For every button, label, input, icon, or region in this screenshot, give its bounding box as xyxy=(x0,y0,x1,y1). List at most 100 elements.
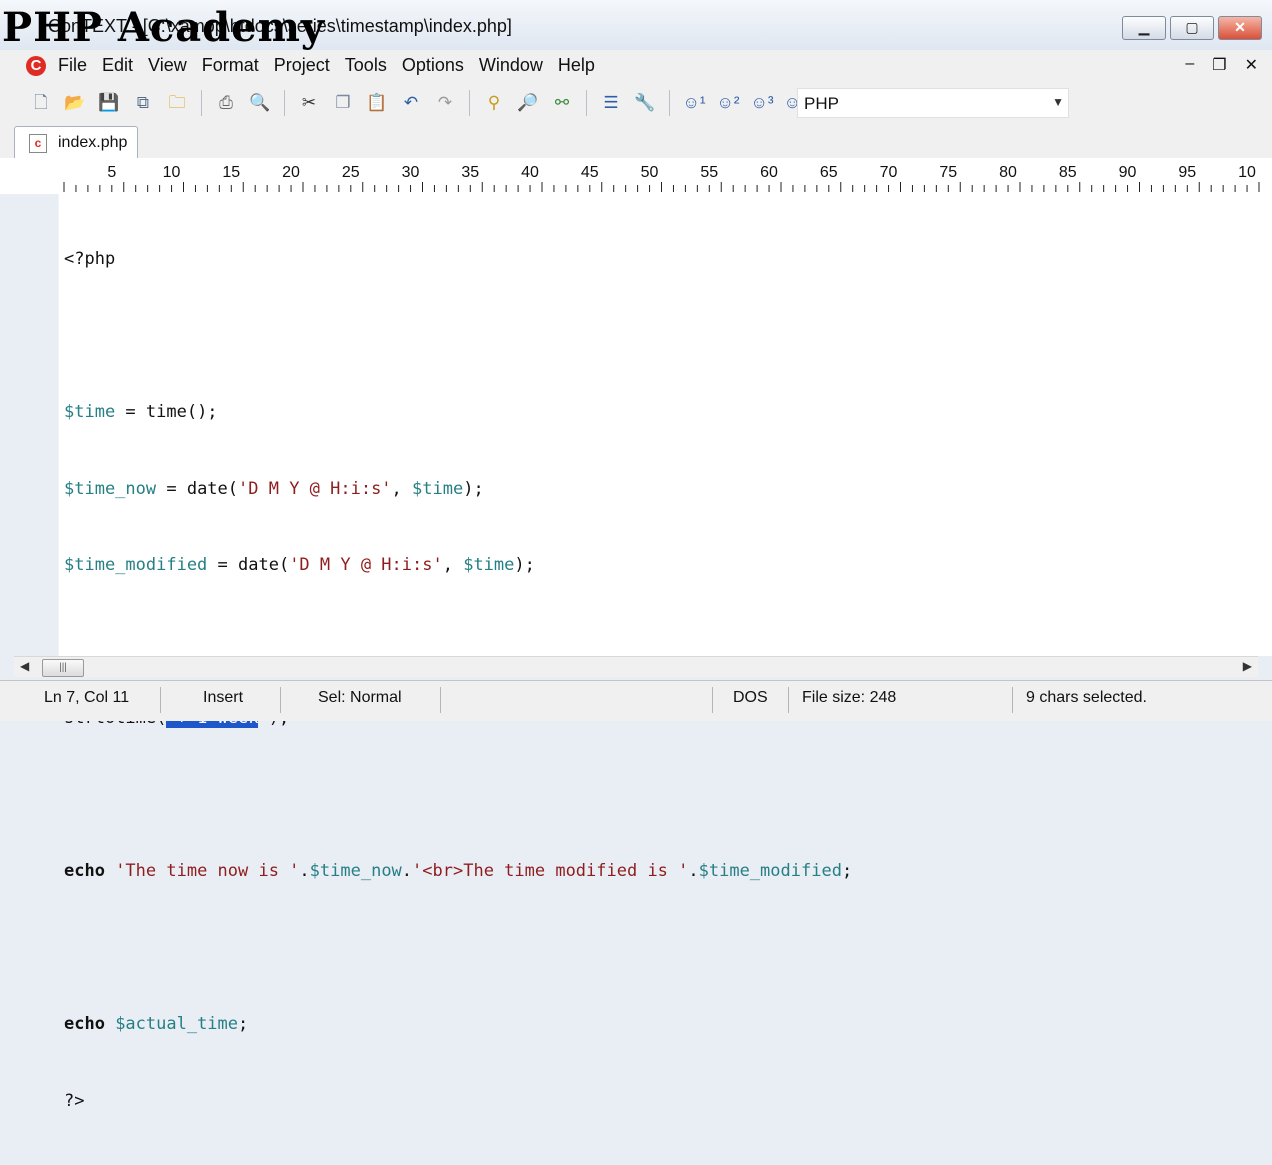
line-endings: DOS xyxy=(733,689,768,706)
scroll-right-icon[interactable]: ▶ xyxy=(1243,659,1252,673)
code-var: $time_modified xyxy=(698,861,842,881)
ruler-label: 65 xyxy=(820,164,838,181)
language-select[interactable]: PHP ▼ xyxy=(797,88,1069,118)
code-text: . xyxy=(299,861,310,881)
replace-icon[interactable]: ⚯ xyxy=(549,91,575,115)
toolbar-separator xyxy=(669,90,670,116)
mdi-minimize-button[interactable]: – xyxy=(1185,55,1194,75)
print-icon[interactable]: ⎙ xyxy=(213,91,239,115)
close-button[interactable]: ✕ xyxy=(1218,16,1262,40)
code-text: ; xyxy=(841,861,853,881)
code-text: = time(); xyxy=(115,402,218,422)
menu-file[interactable]: File xyxy=(58,55,87,76)
find-next-icon[interactable]: 🔎 xyxy=(515,91,541,115)
code-text: ; xyxy=(238,1014,249,1034)
maximize-button[interactable]: ▢ xyxy=(1170,16,1214,40)
code-editor[interactable]: <?php $time = time(); $time_now = date( '… xyxy=(0,194,1272,1111)
ruler-label: 45 xyxy=(581,164,599,181)
mdi-close-button[interactable]: ✕ xyxy=(1245,55,1258,75)
watermark-logo: PHP Academy xyxy=(2,4,326,51)
ruler-label: 10 xyxy=(1238,164,1256,181)
ruler-label: 70 xyxy=(880,164,898,181)
selection-mode: Sel: Normal xyxy=(318,689,402,706)
ruler-label: 15 xyxy=(222,164,240,181)
ruler-label: 50 xyxy=(641,164,659,181)
editor-gutter xyxy=(0,194,59,656)
code-var: $time_modified xyxy=(64,555,208,575)
code-line-5: $time_modified = date('D M Y @ H:i:s', $… xyxy=(64,553,852,579)
code-string: 'The time now is ' xyxy=(104,861,300,881)
menu-view[interactable]: View xyxy=(148,55,187,76)
user-command-2-icon[interactable]: ☺² xyxy=(715,91,741,115)
menu-items: File Edit View Format Project Tools Opti… xyxy=(58,55,595,76)
paste-icon[interactable]: 📋 xyxy=(364,91,390,115)
ruler-label: 25 xyxy=(342,164,360,181)
menu-project[interactable]: Project xyxy=(274,55,330,76)
column-ruler: 5 10 15 20 25 30 35 40 45 50 55 60 65 70 75 80 85 90 95 10 xyxy=(0,158,1272,195)
code-text: . xyxy=(688,861,699,881)
ruler-label: 95 xyxy=(1178,164,1196,181)
menu-options[interactable]: Options xyxy=(402,55,464,76)
menu-format[interactable]: Format xyxy=(202,55,259,76)
chevron-down-icon: ▼ xyxy=(1052,95,1064,109)
ruler-label: 10 xyxy=(163,164,181,181)
toggle-icon[interactable]: ☰ xyxy=(598,91,624,115)
code-var: $time xyxy=(64,402,116,422)
tools-icon[interactable]: 🔧 xyxy=(632,91,658,115)
insert-mode: Insert xyxy=(203,689,244,706)
copy-icon[interactable]: ❐ xyxy=(330,91,356,115)
code-keyword: echo xyxy=(64,861,105,881)
menu-tools[interactable]: Tools xyxy=(345,55,387,76)
file-size: File size: 248 xyxy=(802,689,897,706)
window-controls: ▁ ▢ ✕ xyxy=(1122,16,1262,40)
code-string: 'D M Y @ H:i:s' xyxy=(238,478,392,499)
php-close-tag: ?> xyxy=(64,1090,85,1111)
print-preview-icon[interactable]: 🔍 xyxy=(247,91,273,115)
ruler-label: 60 xyxy=(760,164,778,181)
save-all-icon[interactable]: ⧉ xyxy=(130,91,156,115)
mdi-controls: – ❐ ✕ xyxy=(1185,55,1258,75)
code-var: $time_now xyxy=(309,861,402,881)
cursor-position: Ln 7, Col 11 xyxy=(44,689,130,706)
open-file-icon[interactable]: 📂 xyxy=(62,91,88,115)
status-divider xyxy=(1012,687,1013,713)
tab-index-php[interactable]: c index.php xyxy=(14,126,138,159)
toolbar-separator xyxy=(201,90,202,116)
redo-icon[interactable]: ↷ xyxy=(432,91,458,115)
code-text: ); xyxy=(514,555,535,575)
menu-edit[interactable]: Edit xyxy=(102,55,133,76)
php-file-icon: c xyxy=(29,134,47,153)
code-text: ); xyxy=(463,478,484,499)
scroll-thumb[interactable]: ||| xyxy=(42,659,84,677)
find-icon[interactable]: ⚲ xyxy=(481,91,507,115)
ruler-label: 85 xyxy=(1059,164,1077,181)
code-text: . xyxy=(401,861,413,881)
cut-icon[interactable]: ✂ xyxy=(296,91,322,115)
code-line-1: <?php xyxy=(64,247,852,273)
selection-count: 9 chars selected. xyxy=(1026,689,1147,706)
ruler-label: 90 xyxy=(1119,164,1137,181)
user-command-3-icon[interactable]: ☺³ xyxy=(749,91,775,115)
tab-strip: c index.php xyxy=(0,122,1272,159)
php-open-tag: <?php xyxy=(64,249,116,269)
minimize-button[interactable]: ▁ xyxy=(1122,16,1166,40)
language-value: PHP xyxy=(804,94,839,113)
save-icon[interactable]: 💾 xyxy=(96,91,122,115)
status-divider xyxy=(712,687,713,713)
app-icon[interactable]: C xyxy=(26,56,46,76)
user-command-1-icon[interactable]: ☺¹ xyxy=(681,91,707,115)
open-folder-icon[interactable]: 🗀 xyxy=(164,91,190,115)
code-line-12: ?> xyxy=(64,1089,852,1115)
menu-help[interactable]: Help xyxy=(558,55,595,76)
code-text: = date( xyxy=(207,555,290,575)
menu-window[interactable]: Window xyxy=(479,55,543,76)
toolbar-icons: 🗋 📂 💾 ⧉ 🗀 ⎙ 🔍 ✂ ❐ 📋 ↶ ↷ ⚲ 🔎 ⚯ ☰ 🔧 ☺¹ ☺² … xyxy=(28,90,809,116)
new-file-icon[interactable]: 🗋 xyxy=(28,91,54,115)
undo-icon[interactable]: ↶ xyxy=(398,91,424,115)
scroll-left-icon[interactable]: ◀ xyxy=(20,659,29,673)
horizontal-scrollbar[interactable]: ◀ ||| ▶ xyxy=(14,656,1258,677)
mdi-restore-button[interactable]: ❐ xyxy=(1212,55,1226,75)
status-divider xyxy=(440,687,441,713)
